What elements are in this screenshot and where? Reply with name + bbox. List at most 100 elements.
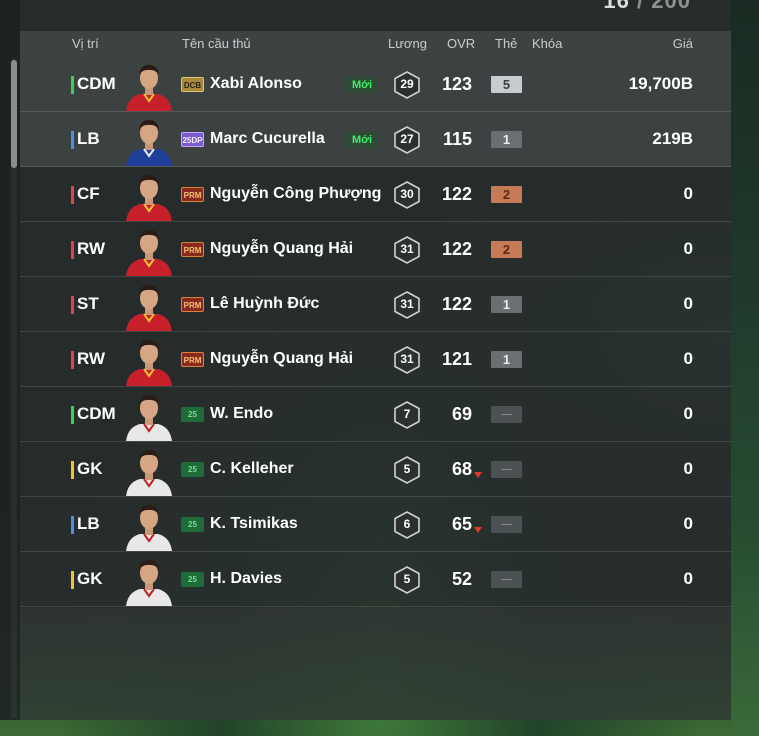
position-color-bar: [71, 571, 74, 589]
card-level-badge: 2: [491, 186, 522, 203]
table-header: Vị trí Tên cầu thủ Lương OVR Thẻ Khóa Gi…: [20, 31, 731, 57]
player-avatar: [124, 226, 174, 276]
player-position: RW: [77, 349, 106, 368]
position-color-bar: [71, 461, 74, 479]
wage-hexagon-icon: 31: [394, 236, 420, 264]
player-wage: 30: [400, 187, 414, 201]
wage-hexagon-icon: 31: [394, 291, 420, 319]
player-name[interactable]: C. Kelleher: [210, 460, 294, 478]
player-row[interactable]: RW PRM Nguyễn Quang Hải 31 121 1 0: [20, 332, 731, 387]
player-position: CDM: [77, 404, 116, 423]
player-wage: 29: [400, 77, 414, 91]
header-position[interactable]: Vị trí: [72, 36, 99, 51]
scrollbar-thumb[interactable]: [11, 60, 17, 168]
ovr-down-arrow-icon: [474, 527, 482, 533]
season-badge-icon: PRM: [181, 242, 204, 257]
player-row[interactable]: LB 25 K. Tsimikas 6 65 — 0: [20, 497, 731, 552]
wage-hexagon-icon: 5: [394, 456, 420, 484]
position-color-bar: [71, 131, 74, 149]
position-color-bar: [71, 186, 74, 204]
position-color-bar: [71, 241, 74, 259]
player-position: GK: [77, 569, 103, 588]
player-name[interactable]: K. Tsimikas: [210, 515, 298, 533]
player-avatar: [124, 336, 174, 386]
card-level-badge: —: [491, 571, 522, 588]
player-price: 0: [683, 184, 693, 203]
card-level-badge: 5: [491, 76, 522, 93]
player-price: 0: [683, 404, 693, 423]
player-ovr: 123: [441, 74, 472, 94]
season-badge-icon: 25: [181, 517, 204, 532]
header-lock[interactable]: Khóa: [532, 36, 562, 51]
player-row[interactable]: CDM 25 W. Endo 7 69 — 0: [20, 387, 731, 442]
player-avatar: [124, 281, 174, 331]
player-position: CF: [77, 184, 100, 203]
player-avatar: [124, 61, 174, 111]
player-name[interactable]: H. Davies: [210, 570, 282, 588]
wage-hexagon-icon: 30: [394, 181, 420, 209]
player-name[interactable]: Marc Cucurella: [210, 130, 325, 148]
season-badge-icon: 25: [181, 407, 204, 422]
header-price[interactable]: Giá: [673, 36, 693, 51]
player-name[interactable]: Nguyễn Quang Hải: [210, 240, 353, 258]
season-badge-icon: PRM: [181, 352, 204, 367]
player-price: 0: [683, 569, 693, 588]
player-wage: 5: [403, 462, 411, 476]
player-ovr: 115: [442, 129, 472, 149]
new-badge: Mới: [346, 77, 378, 93]
wage-hexagon-icon: 27: [394, 126, 420, 154]
player-price: 219B: [652, 129, 693, 148]
season-badge-icon: PRM: [181, 297, 204, 312]
squad-count-separator: /: [637, 0, 645, 13]
wage-hexagon-icon: 6: [394, 511, 420, 539]
player-position: LB: [77, 129, 100, 148]
panel-empty-area: [20, 608, 731, 720]
player-row[interactable]: RW PRM Nguyễn Quang Hải 31 122 2 0: [20, 222, 731, 277]
player-name[interactable]: W. Endo: [210, 405, 273, 423]
player-row[interactable]: GK 25 H. Davies 5 52 — 0: [20, 552, 731, 607]
player-row[interactable]: CF PRM Nguyễn Công Phượng 30 122 2 0: [20, 167, 731, 222]
header-card[interactable]: Thẻ: [495, 36, 517, 51]
header-name[interactable]: Tên cầu thủ: [182, 36, 251, 51]
left-gutter: [0, 0, 20, 720]
player-avatar: [124, 446, 174, 496]
player-position: RW: [77, 239, 106, 258]
player-name[interactable]: Nguyễn Công Phượng: [210, 185, 381, 203]
player-avatar: [124, 391, 174, 441]
player-avatar: [124, 171, 174, 221]
player-row[interactable]: LB 25DP Marc Cucurella Mới 27 115 1 219B: [20, 112, 731, 167]
player-row[interactable]: CDM DCB Xabi Alonso Mới 29 123 5 19,700B: [20, 57, 731, 112]
header-wage[interactable]: Lương: [388, 36, 427, 51]
player-wage: 27: [400, 132, 414, 146]
player-price: 19,700B: [628, 74, 693, 93]
player-row[interactable]: GK 25 C. Kelleher 5 68 — 0: [20, 442, 731, 497]
player-name[interactable]: Lê Huỳnh Đức: [210, 295, 319, 313]
player-name[interactable]: Xabi Alonso: [210, 75, 302, 93]
player-row[interactable]: ST PRM Lê Huỳnh Đức 31 122 1 0: [20, 277, 731, 332]
wage-hexagon-icon: 31: [394, 346, 420, 374]
player-position: LB: [77, 514, 100, 533]
season-badge-icon: 25DP: [181, 132, 204, 147]
player-name[interactable]: Nguyễn Quang Hải: [210, 350, 353, 368]
card-level-badge: 1: [491, 351, 522, 368]
player-price: 0: [683, 459, 693, 478]
player-avatar: [124, 501, 174, 551]
player-ovr: 68: [451, 459, 472, 479]
player-price: 0: [683, 349, 693, 368]
position-color-bar: [71, 406, 74, 424]
player-wage: 31: [400, 352, 414, 366]
header-ovr[interactable]: OVR: [447, 36, 475, 51]
season-badge-icon: 25: [181, 462, 204, 477]
season-badge-icon: DCB: [181, 77, 204, 92]
player-avatar: [124, 116, 174, 166]
player-wage: 5: [403, 572, 411, 586]
player-price: 0: [683, 514, 693, 533]
position-color-bar: [71, 516, 74, 534]
position-color-bar: [71, 76, 74, 94]
wage-hexagon-icon: 29: [394, 71, 420, 99]
player-wage: 31: [400, 297, 414, 311]
card-level-badge: 2: [491, 241, 522, 258]
player-position: CDM: [77, 74, 116, 93]
squad-count-current: 16: [603, 0, 630, 13]
position-color-bar: [71, 296, 74, 314]
